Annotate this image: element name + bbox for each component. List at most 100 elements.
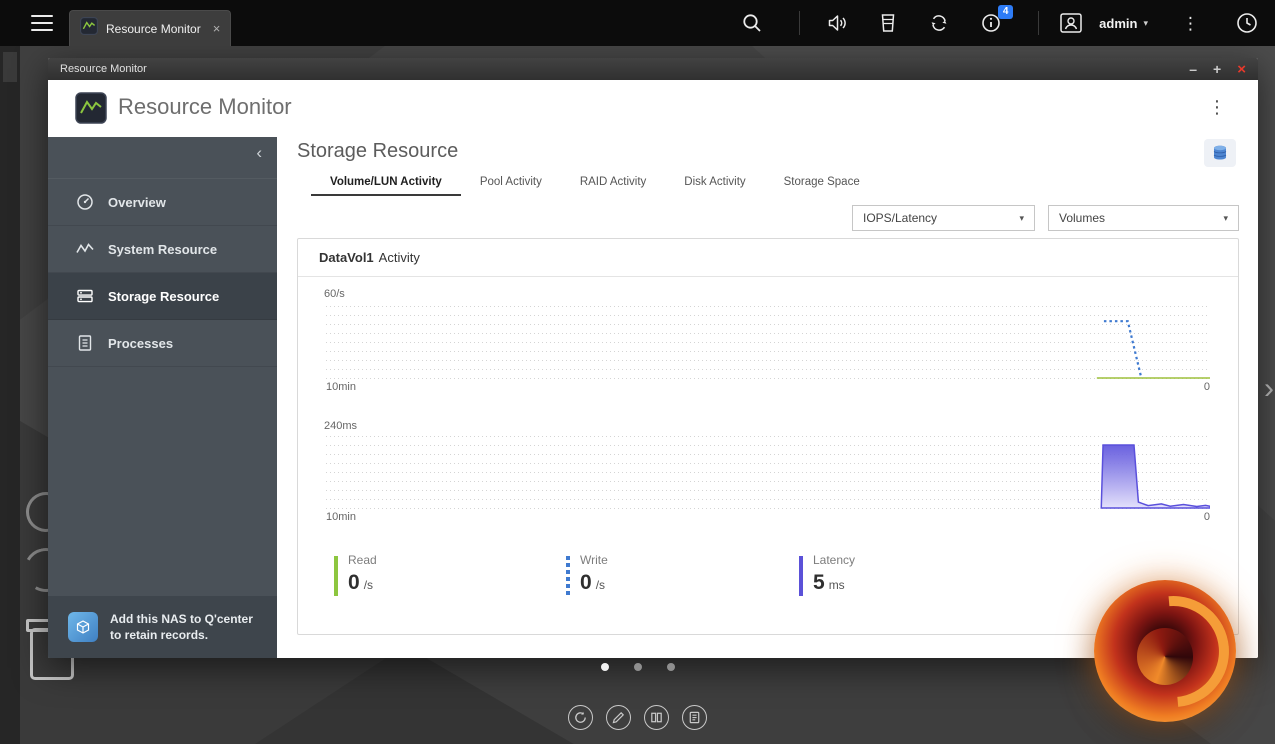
tab-disk-activity[interactable]: Disk Activity (665, 172, 764, 196)
dashboard-icon[interactable] (1235, 11, 1259, 35)
tab-bar: Volume/LUN Activity Pool Activity RAID A… (311, 172, 879, 196)
tab-volume-lun-activity[interactable]: Volume/LUN Activity (311, 172, 461, 196)
legend-write-value: 0 (580, 572, 592, 593)
maximize-button[interactable]: + (1213, 62, 1221, 76)
sidebar-item-label: System Resource (108, 242, 217, 257)
tab-storage-space[interactable]: Storage Space (765, 172, 879, 196)
legend-latency: Latency 5 ms (799, 553, 855, 596)
sync-icon[interactable] (928, 12, 950, 34)
pulse-icon (75, 239, 95, 259)
latency-chart (326, 436, 1210, 509)
volume-icon[interactable] (826, 12, 848, 34)
drive-stack-icon (75, 286, 95, 306)
storage-database-icon[interactable] (1204, 139, 1236, 167)
taskbar-tab-label: Resource Monitor (106, 22, 201, 36)
iops-chart-xaxis: 10min 0 (326, 381, 1210, 393)
recycle-icon[interactable] (568, 705, 593, 730)
sidebar-item-system-resource[interactable]: System Resource (48, 226, 277, 273)
card-title-volume: DataVol1 (319, 250, 374, 265)
tab-raid-activity[interactable]: RAID Activity (561, 172, 665, 196)
user-menu[interactable]: admin ▾ (1099, 16, 1148, 31)
notes-icon[interactable] (682, 705, 707, 730)
iops-chart (326, 306, 1210, 379)
sidebar-item-processes[interactable]: Processes (48, 320, 277, 367)
document-list-icon (75, 333, 95, 353)
legend-latency-value: 5 (813, 572, 825, 593)
columns-icon[interactable] (644, 705, 669, 730)
topbar-divider (1038, 11, 1039, 35)
filter-row: IOPS/Latency ▾ Volumes ▾ (852, 205, 1239, 231)
tab-pool-activity[interactable]: Pool Activity (461, 172, 561, 196)
sidebar-item-storage-resource[interactable]: Storage Resource (48, 273, 277, 320)
legend-write-unit: /s (596, 578, 605, 593)
app-header: Resource Monitor ⋮ (48, 80, 1258, 137)
legend-write-label: Write (580, 553, 608, 567)
legend-latency-label: Latency (813, 553, 855, 567)
pager-dot[interactable] (601, 663, 609, 671)
chevron-down-icon: ▾ (1223, 213, 1228, 224)
watermark-logo (1094, 580, 1236, 722)
notifications-icon[interactable]: 4 (980, 12, 1002, 34)
resource-monitor-app-icon (75, 92, 107, 129)
notification-badge: 4 (998, 5, 1013, 19)
user-name-label: admin (1099, 16, 1137, 31)
tab-close-icon[interactable]: × (213, 21, 221, 36)
iops-chart-ymax-label: 60/s (324, 288, 345, 300)
top-bar: Resource Monitor × 4 (0, 0, 1275, 46)
minimize-button[interactable]: – (1189, 62, 1197, 76)
more-options-icon[interactable]: ⋮ (1182, 15, 1199, 32)
desktop: Resource Monitor × 4 (0, 0, 1275, 744)
desktop-left-strip-accent (3, 52, 17, 82)
card-title-suffix: Activity (379, 250, 420, 265)
desktop-dock (0, 705, 1275, 730)
metric-dropdown[interactable]: IOPS/Latency ▾ (852, 205, 1035, 231)
taskbar-tab-resource-monitor[interactable]: Resource Monitor × (69, 10, 231, 46)
window-titlebar[interactable]: Resource Monitor – + × (48, 58, 1258, 80)
main-content: Storage Resource Volume/LUN Activity Poo… (277, 137, 1258, 658)
user-panel-icon[interactable] (1059, 12, 1083, 34)
metric-dropdown-value: IOPS/Latency (863, 211, 937, 225)
chevron-down-icon: ▾ (1019, 213, 1024, 224)
sidebar-item-label: Processes (108, 336, 173, 351)
sidebar-item-label: Overview (108, 195, 166, 210)
desktop-pager (0, 663, 1275, 671)
page-title: Storage Resource (297, 140, 458, 163)
activity-card: DataVol1 Activity 60/s 10min 0 240ms 10m… (297, 238, 1239, 635)
qcenter-text-line2: to retain records. (110, 628, 208, 642)
latency-chart-xaxis: 10min 0 (326, 511, 1210, 523)
pager-dot[interactable] (634, 663, 642, 671)
legend-read: Read 0 /s (334, 553, 377, 596)
close-button[interactable]: × (1237, 62, 1246, 77)
main-menu-icon[interactable] (31, 15, 53, 31)
legend-write: Write 0 /s (566, 553, 608, 596)
target-dropdown-value: Volumes (1059, 211, 1105, 225)
sidebar-collapse-icon[interactable]: ‹ (256, 144, 262, 161)
xaxis-left-label: 10min (326, 381, 356, 393)
chevron-down-icon: ▾ (1143, 18, 1148, 29)
target-dropdown[interactable]: Volumes ▾ (1048, 205, 1239, 231)
gauge-icon (75, 192, 95, 212)
legend-latency-color-bar (799, 556, 803, 596)
background-tasks-icon[interactable] (878, 12, 898, 34)
legend-read-color-bar (334, 556, 338, 596)
search-icon[interactable] (741, 12, 763, 34)
resource-monitor-app-icon (80, 17, 98, 40)
xaxis-right-label: 0 (1204, 511, 1210, 523)
edit-pencil-icon[interactable] (606, 705, 631, 730)
sidebar-item-label: Storage Resource (108, 289, 219, 304)
qcenter-cube-icon (68, 612, 98, 642)
topbar-divider (799, 11, 800, 35)
qcenter-banner[interactable]: Add this NAS to Q'center to retain recor… (48, 596, 277, 658)
legend-read-value: 0 (348, 572, 360, 593)
legend-read-label: Read (348, 553, 377, 567)
app-title: Resource Monitor (118, 94, 292, 120)
sidebar-item-overview[interactable]: Overview (48, 179, 277, 226)
sidebar: ‹ Overview System Resource (48, 137, 277, 658)
resource-monitor-window: Resource Monitor – + × Resource Monitor … (48, 58, 1258, 658)
window-title: Resource Monitor (60, 63, 147, 75)
app-more-options-icon[interactable]: ⋮ (1208, 97, 1226, 118)
legend-write-color-bar (566, 556, 570, 596)
topbar-right-icons: 4 admin ▾ ⋮ (741, 11, 1259, 35)
next-desktop-chevron-icon[interactable]: › (1264, 374, 1274, 404)
pager-dot[interactable] (667, 663, 675, 671)
